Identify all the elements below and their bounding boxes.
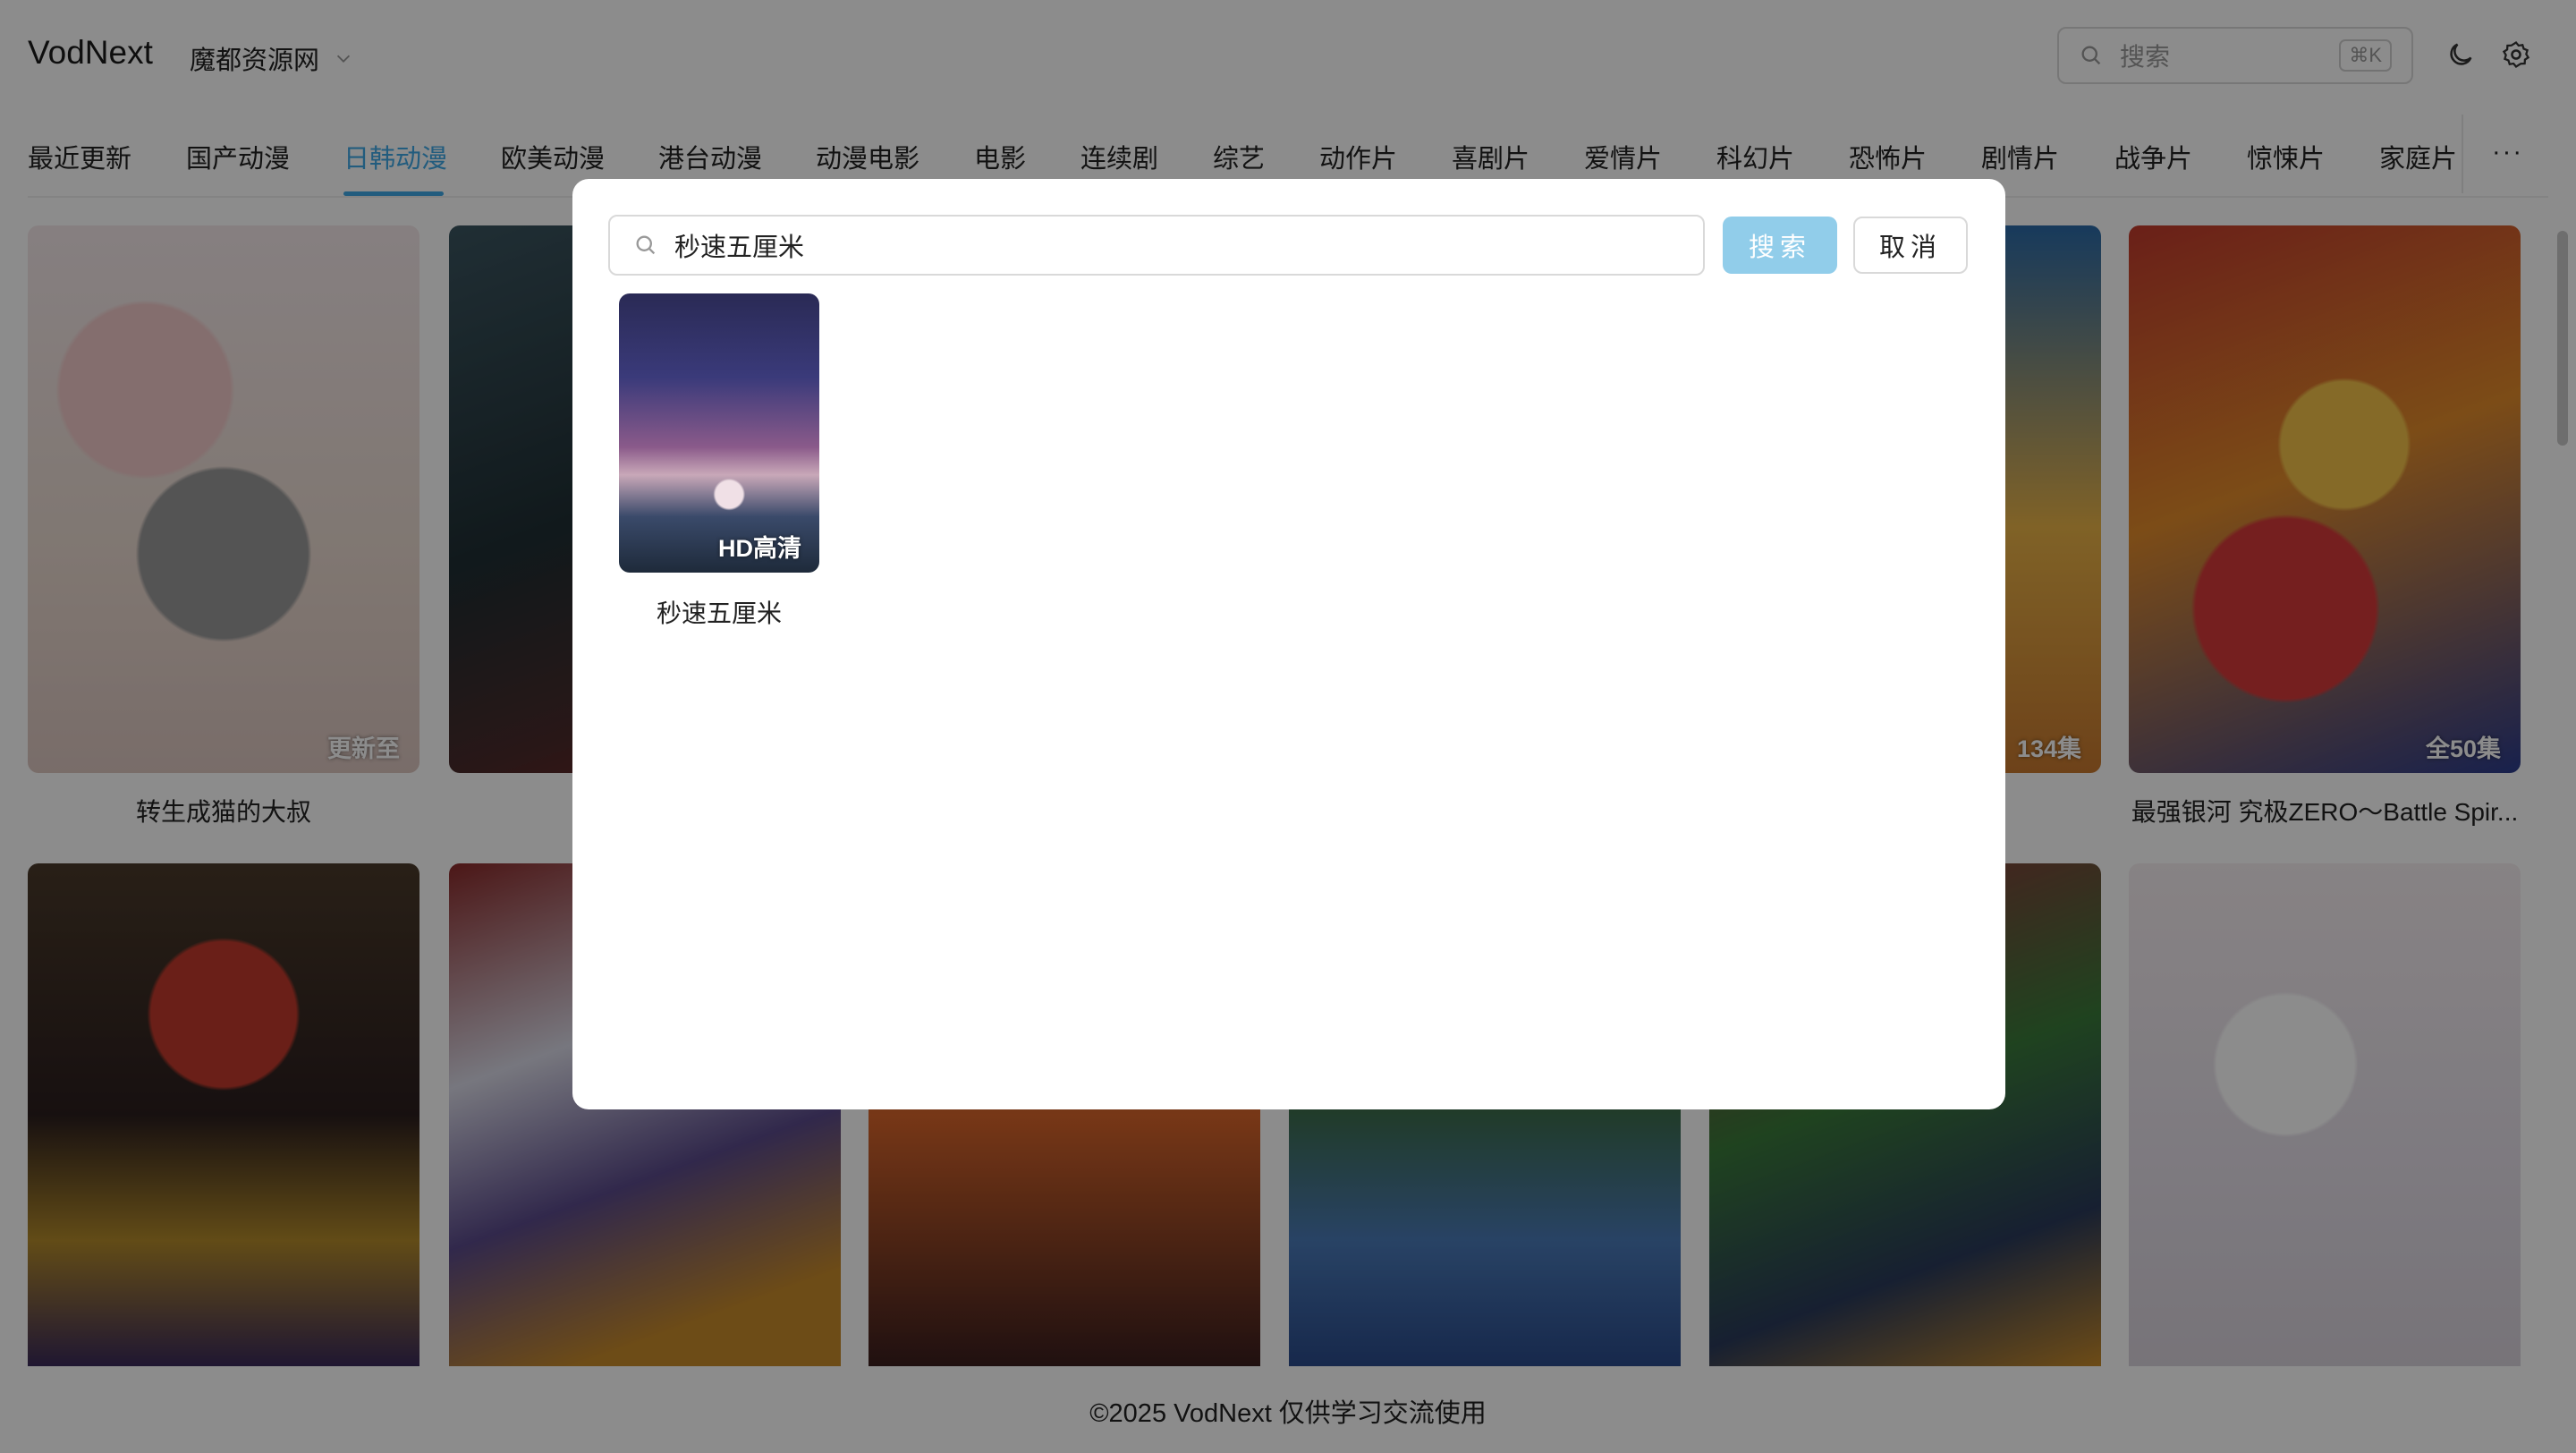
search-query-text: 秒速五厘米 — [674, 234, 805, 262]
result-title: 秒速五厘米 — [656, 599, 782, 627]
search-modal: 秒速五厘米 搜索 取消 HD高清 秒速五厘米 — [572, 179, 2005, 1109]
quality-badge: HD高清 — [718, 535, 801, 562]
result-poster: HD高清 — [619, 293, 819, 573]
search-icon — [636, 235, 656, 255]
cancel-button[interactable]: 取消 — [1853, 217, 1968, 274]
search-result-card[interactable]: HD高清 秒速五厘米 — [619, 293, 819, 630]
search-button[interactable]: 搜索 — [1723, 217, 1837, 274]
modal-search-input[interactable]: 秒速五厘米 — [608, 215, 1705, 276]
